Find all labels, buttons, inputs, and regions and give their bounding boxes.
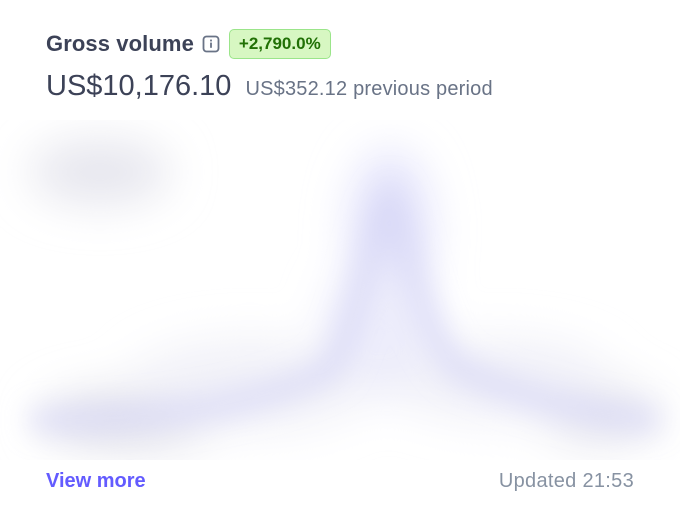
card-header: Gross volume +2,790.0% xyxy=(46,28,331,60)
card-title: Gross volume xyxy=(46,31,194,56)
current-value: US$10,176.10 xyxy=(46,70,232,102)
blurred-chart-area xyxy=(30,140,660,452)
change-badge: +2,790.0% xyxy=(228,29,331,59)
previous-period-value: US$352.12 previous period xyxy=(245,78,493,100)
gross-volume-card: Gross volume +2,790.0% US$10,176.10 US$3… xyxy=(0,0,680,514)
info-icon[interactable] xyxy=(202,35,220,53)
view-more-link[interactable]: View more xyxy=(46,470,146,493)
value-row: US$10,176.10 US$352.12 previous period xyxy=(46,70,493,103)
updated-timestamp: Updated 21:53 xyxy=(498,470,634,492)
